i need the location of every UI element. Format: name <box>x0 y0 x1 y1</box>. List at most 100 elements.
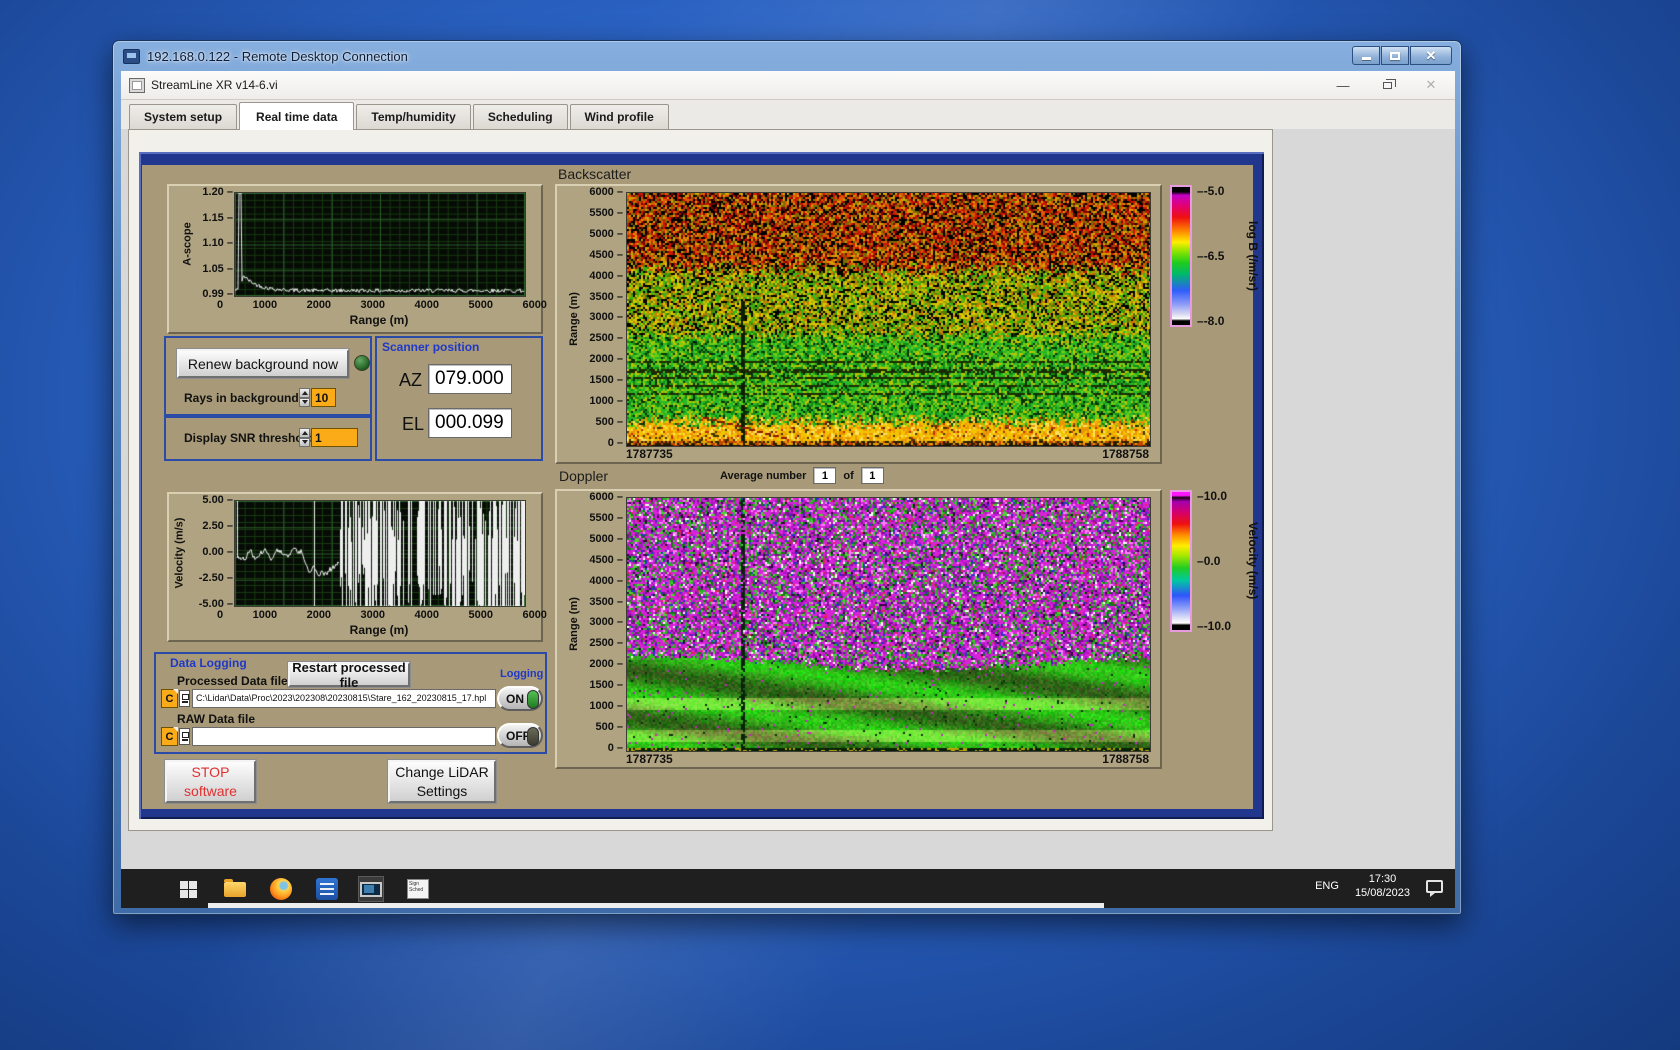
language-indicator[interactable]: ENG <box>1315 880 1339 892</box>
rays-spinner-down[interactable] <box>299 397 310 407</box>
ascope-y-axis-label: A-scope <box>182 221 194 266</box>
ascope-y-tick: 1.10 <box>202 238 233 249</box>
doppler-colorbar-ticks: 10.0 0.0 -10.0 <box>1197 490 1231 632</box>
doppler-y-tick: 2500 <box>589 638 623 649</box>
velocity-y-axis-label: Velocity (m/s) <box>173 517 186 588</box>
raw-path-field[interactable] <box>192 727 496 746</box>
rays-in-background-label: Rays in background <box>184 391 299 405</box>
taskbar: Sign Sched ENG 17:30 15/08/2023 <box>121 869 1455 908</box>
stop-button-line1: STOP <box>191 763 230 780</box>
change-button-line1: Change LiDAR <box>395 763 489 780</box>
doppler-y-tick: 2000 <box>589 659 623 670</box>
doppler-y-tick: 0 <box>608 742 623 754</box>
velocity-x-tick: 3000 <box>360 609 386 621</box>
backscatter-heatmap <box>626 192 1151 447</box>
notification-icon[interactable] <box>1426 879 1443 897</box>
ascope-y-ticks: 1.201.151.101.050.99 <box>195 187 233 300</box>
backscatter-colorbar-ticks: -5.0 -6.5 -8.0 <box>1197 185 1225 327</box>
average-of-label: of <box>843 469 854 482</box>
processed-path-browse-icon[interactable] <box>179 690 190 707</box>
processed-path-drive-button[interactable]: C <box>161 689 178 708</box>
app-titlebar[interactable]: StreamLine XR v14-6.vi — ✕ <box>121 71 1455 100</box>
stop-software-button[interactable]: STOP software <box>165 760 256 803</box>
tab-real-time-data[interactable]: Real time data <box>239 102 355 130</box>
doppler-time-start: 1787735 <box>626 752 673 766</box>
doppler-plot-box: Range (m) 600055005000450040003500300025… <box>555 489 1162 769</box>
data-logging-title: Data Logging <box>170 656 247 670</box>
average-number-value[interactable]: 1 <box>813 467 837 484</box>
raw-path-drive-button[interactable]: C <box>161 727 178 746</box>
el-value-field[interactable]: 000.099 <box>428 408 512 438</box>
processed-data-file-label: Processed Data file <box>177 674 288 688</box>
rdp-window-title: 192.168.0.122 - Remote Desktop Connectio… <box>147 48 408 64</box>
desktop-background: 192.168.0.122 - Remote Desktop Connectio… <box>0 0 1680 1050</box>
doppler-time-end: 1788758 <box>1102 752 1149 766</box>
backscatter-time-end: 1788758 <box>1102 447 1149 461</box>
snr-spinner[interactable] <box>299 428 310 447</box>
snr-value-field[interactable]: 1 <box>311 428 358 447</box>
doppler-y-tick: 5500 <box>589 512 623 524</box>
logging-label: Logging <box>500 668 544 680</box>
doppler-heatmap <box>626 497 1151 752</box>
change-button-line2: Settings <box>416 782 468 799</box>
processed-logging-toggle[interactable]: ON <box>497 686 543 711</box>
ascope-x-ticks: 0 1000 2000 3000 4000 5000 6000 <box>217 299 547 311</box>
doppler-y-tick: 4000 <box>589 575 623 587</box>
backscatter-y-tick: 4500 <box>589 249 623 261</box>
taskbar-time: 17:30 <box>1368 872 1397 885</box>
rdp-close-button[interactable]: ✕ <box>1410 46 1452 65</box>
rdp-minimize-button[interactable] <box>1352 46 1380 65</box>
backscatter-y-tick: 2500 <box>589 333 623 344</box>
doppler-colorbar-gradient <box>1170 490 1192 632</box>
restart-processed-file-button[interactable]: Restart processed file <box>288 660 410 690</box>
backscatter-y-tick: 0 <box>608 437 623 449</box>
change-lidar-settings-button[interactable]: Change LiDAR Settings <box>388 760 496 803</box>
backscatter-colorbar-label: log B (/m/sr) <box>1246 220 1260 291</box>
raw-logging-toggle[interactable]: OFF <box>497 723 543 748</box>
ascope-y-tick: 1.15 <box>202 212 233 224</box>
snr-spinner-up[interactable] <box>299 428 310 438</box>
start-button[interactable] <box>175 876 201 902</box>
raw-path-browse-icon[interactable] <box>179 728 190 745</box>
streamline-app-taskbar-icon[interactable] <box>358 876 384 902</box>
rdp-maximize-button[interactable] <box>1381 46 1409 65</box>
rays-spinner[interactable] <box>299 388 310 407</box>
taskbar-date: 15/08/2023 <box>1354 887 1410 899</box>
velocity-x-ticks: 0 1000 2000 3000 4000 5000 6000 <box>217 609 547 621</box>
velocity-x-tick: 2000 <box>306 609 332 621</box>
backscatter-colorbar: -5.0 -6.5 -8.0 log B (/m/sr) <box>1170 185 1282 335</box>
stop-button-line2: software <box>184 782 237 799</box>
maximize-icon <box>1390 51 1400 60</box>
az-value-field[interactable]: 079.000 <box>428 364 512 394</box>
velocity-x-tick: 6000 <box>522 609 547 621</box>
firefox-icon[interactable] <box>268 876 294 902</box>
app-close-button[interactable]: ✕ <box>1421 76 1441 94</box>
rays-spinner-up[interactable] <box>299 388 310 398</box>
app-minimize-button[interactable]: — <box>1333 76 1353 94</box>
rdp-titlebar[interactable]: 192.168.0.122 - Remote Desktop Connectio… <box>113 41 1461 71</box>
rays-value-field[interactable]: 10 <box>311 388 336 407</box>
renew-background-button[interactable]: Renew background now <box>177 349 349 378</box>
velocity-plot <box>234 500 526 607</box>
velocity-x-tick: 0 <box>217 609 224 621</box>
backscatter-y-tick: 500 <box>595 416 623 428</box>
file-explorer-icon[interactable] <box>222 876 248 902</box>
snr-spinner-down[interactable] <box>299 437 310 447</box>
doppler-y-tick: 3500 <box>589 596 623 608</box>
scheduler-app-icon[interactable]: Sign Sched <box>405 876 431 902</box>
average-number-total[interactable]: 1 <box>860 467 884 484</box>
remote-desktop-area: StreamLine XR v14-6.vi — ✕ System setup … <box>121 71 1455 908</box>
tab-scheduling[interactable]: Scheduling <box>472 104 568 129</box>
tab-temp-humidity[interactable]: Temp/humidity <box>356 104 471 129</box>
taskbar-clock[interactable]: 17:30 15/08/2023 <box>1355 872 1410 901</box>
processed-path-field[interactable]: C:\Lidar\Data\Proc\2023\202308\20230815\… <box>192 689 496 708</box>
app-restore-button[interactable] <box>1377 76 1397 94</box>
tab-wind-profile[interactable]: Wind profile <box>569 104 669 129</box>
blue-app-icon[interactable] <box>314 876 340 902</box>
tab-system-setup[interactable]: System setup <box>129 104 238 129</box>
backscatter-y-tick: 2000 <box>589 354 623 365</box>
ascope-plot-box: A-scope 1.201.151.101.050.99 01000200030… <box>167 184 547 334</box>
backscatter-y-tick: 5500 <box>589 207 623 219</box>
ascope-x-tick: 4000 <box>414 299 439 311</box>
backscatter-plot-box: Range (m) 600055005000450040003500300025… <box>555 184 1162 464</box>
